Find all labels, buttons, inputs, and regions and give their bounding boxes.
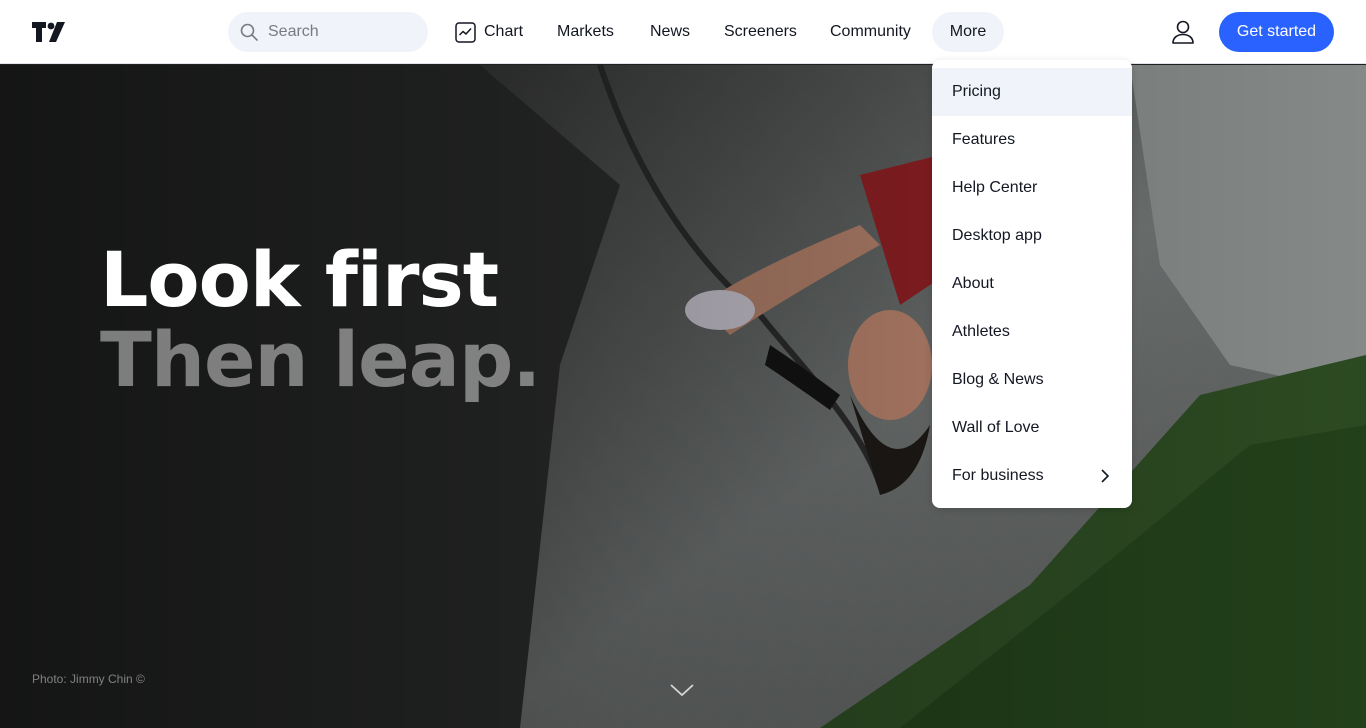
get-started-button[interactable]: Get started (1219, 12, 1334, 52)
menu-item-about[interactable]: About (932, 260, 1132, 308)
menu-item-features[interactable]: Features (932, 116, 1132, 164)
chevron-down-icon[interactable] (668, 680, 696, 700)
hero-headline: Look first Then leap. (100, 235, 541, 404)
search-placeholder: Search (268, 23, 319, 40)
top-navbar: Search Chart Markets News Screeners Comm… (0, 0, 1366, 64)
menu-item-desktop-app[interactable]: Desktop app (932, 212, 1132, 260)
menu-item-blog-news[interactable]: Blog & News (932, 356, 1132, 404)
menu-item-wall-of-love[interactable]: Wall of Love (932, 404, 1132, 452)
menu-item-help-center[interactable]: Help Center (932, 164, 1132, 212)
search-input[interactable]: Search (228, 12, 428, 52)
menu-item-pricing[interactable]: Pricing (932, 68, 1132, 116)
photo-credit: Photo: Jimmy Chin © (32, 672, 145, 686)
menu-item-for-business-label: For business (952, 467, 1044, 484)
nav-screeners[interactable]: Screeners (724, 12, 797, 52)
nav-chart-label: Chart (484, 23, 524, 40)
chart-icon (455, 21, 476, 43)
menu-item-athletes[interactable]: Athletes (932, 308, 1132, 356)
menu-item-for-business[interactable]: For business (932, 452, 1132, 500)
more-dropdown-menu: Pricing Features Help Center Desktop app… (932, 60, 1132, 508)
search-icon (240, 23, 258, 41)
headline-line-2: Then leap. (100, 315, 541, 404)
headline-line-1: Look first (100, 235, 499, 324)
hero-section: Look first Then leap. Photo: Jimmy Chin … (0, 65, 1366, 728)
nav-markets[interactable]: Markets (557, 12, 614, 52)
nav-more[interactable]: More (932, 12, 1004, 52)
nav-news[interactable]: News (650, 12, 690, 52)
user-account-icon[interactable] (1170, 19, 1196, 45)
nav-community[interactable]: Community (830, 12, 911, 52)
nav-chart[interactable]: Chart (455, 12, 523, 52)
chevron-right-icon (1101, 469, 1110, 483)
tradingview-logo[interactable] (32, 22, 68, 42)
